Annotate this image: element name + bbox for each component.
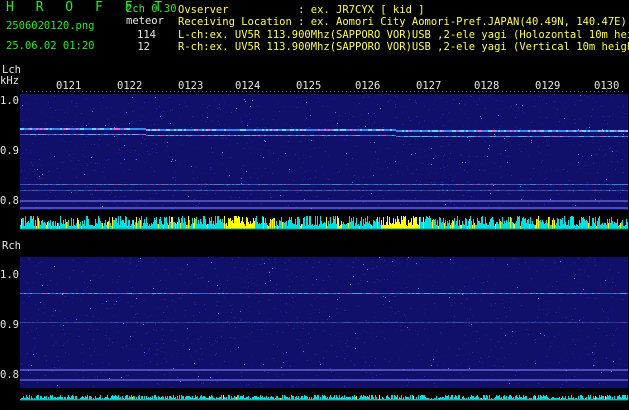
- rch-ylabel-0.8: 0.8: [0, 369, 19, 381]
- time-tick: 0121: [56, 80, 82, 92]
- rch-ylabel-0.9: 0.9: [0, 319, 19, 331]
- rch-channel-label: Rch: [2, 240, 21, 252]
- rch-spectrogram-signal-band: [20, 293, 628, 294]
- time-tick: 0124: [235, 80, 261, 92]
- time-tick: 0125: [296, 80, 322, 92]
- time-tick: 0122: [117, 80, 143, 92]
- rch-ylabel-1.0: 1.0: [0, 269, 19, 281]
- spectrogram-canvas: [20, 91, 628, 401]
- tick-mark-row: [22, 91, 623, 92]
- time-tick: 0129: [535, 80, 561, 92]
- time-tick: 0123: [178, 80, 204, 92]
- rch-spectrogram-signal-band: [20, 322, 628, 323]
- lch-ylabel-0.8: 0.8: [0, 195, 19, 207]
- lch-ylabel-1.0: 1.0: [0, 95, 19, 107]
- rch-level-bars: [20, 395, 628, 400]
- lch-unit-label: kHz: [0, 75, 19, 87]
- lch-spectrogram-signal-band: [20, 190, 628, 191]
- lch-spectrogram-signal-band: [20, 184, 628, 185]
- time-tick: 0127: [416, 80, 442, 92]
- time-tick: 0130: [594, 80, 620, 92]
- time-tick: 0128: [474, 80, 500, 92]
- time-tick: 0126: [355, 80, 381, 92]
- lch-ylabel-0.9: 0.9: [0, 145, 19, 157]
